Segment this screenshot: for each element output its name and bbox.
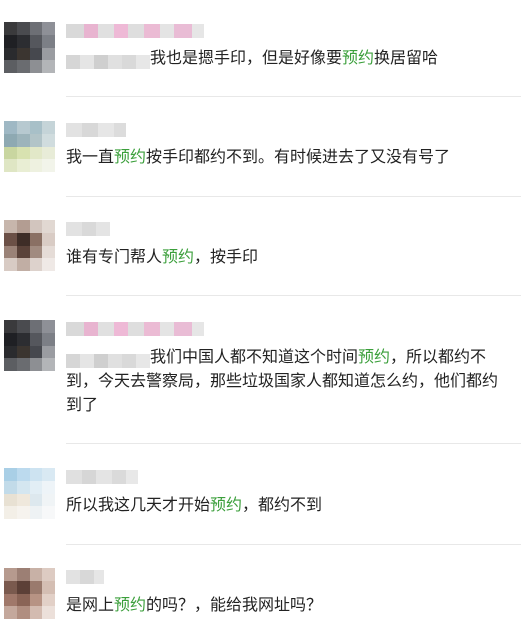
comment-text-part: ，按手印: [194, 247, 259, 266]
divider: [66, 96, 521, 97]
comment-text: 谁有专门帮人预约，按手印: [66, 245, 507, 269]
avatar[interactable]: [4, 320, 55, 371]
highlight-keyword[interactable]: 预约: [358, 347, 390, 366]
comment-text-part: 是网上: [66, 595, 115, 614]
avatar[interactable]: [4, 568, 55, 619]
highlight-keyword[interactable]: 预约: [342, 48, 374, 67]
divider: [66, 196, 521, 197]
divider: [66, 544, 521, 545]
comment-text-part: 我一直: [66, 147, 115, 166]
comment-text-part: ，都约不到: [242, 495, 323, 514]
blurred-text: [66, 52, 150, 69]
comment-text: 所以我这几天才开始预约，都约不到: [66, 493, 507, 517]
username-blurred[interactable]: [66, 470, 138, 484]
avatar[interactable]: [4, 468, 55, 519]
highlight-keyword[interactable]: 预约: [114, 147, 146, 166]
comment-text: 我也是摁手印，但是好像要预约换居留哈: [66, 46, 507, 70]
highlight-keyword[interactable]: 预约: [114, 595, 146, 614]
divider: [66, 443, 521, 444]
comment-text-part: 所以我这几天才开始: [66, 495, 211, 514]
username-blurred[interactable]: [66, 24, 204, 38]
username-blurred[interactable]: [66, 322, 204, 336]
comment-text: 我一直预约按手印都约不到。有时候进去了又没有号了: [66, 145, 507, 169]
comment-text-part: 我也是摁手印，但是好像要: [150, 48, 343, 67]
avatar[interactable]: [4, 220, 55, 271]
avatar[interactable]: [4, 22, 55, 73]
highlight-keyword[interactable]: 预约: [162, 247, 194, 266]
blurred-text: [66, 351, 150, 368]
comment-text-part: 我们中国人都不知道这个时间: [150, 347, 359, 366]
comment-text: 是网上预约的吗？，能给我网址吗？: [66, 593, 507, 617]
divider: [66, 295, 521, 296]
comment-text-part: 谁有专门帮人: [66, 247, 163, 266]
comment-text-part: 按手印都约不到。有时候进去了又没有号了: [146, 147, 451, 166]
comment-text-part: 的吗？，能给我网址吗？: [146, 595, 323, 614]
comment-text: 我们中国人都不知道这个时间预约，所以都约不到，今天去警察局，那些垃圾国家人都知道…: [66, 345, 507, 417]
username-blurred[interactable]: [66, 570, 104, 584]
comment-text-part: 换居留哈: [374, 48, 439, 67]
avatar[interactable]: [4, 121, 55, 172]
username-blurred[interactable]: [66, 123, 126, 137]
username-blurred[interactable]: [66, 222, 110, 236]
highlight-keyword[interactable]: 预约: [210, 495, 242, 514]
